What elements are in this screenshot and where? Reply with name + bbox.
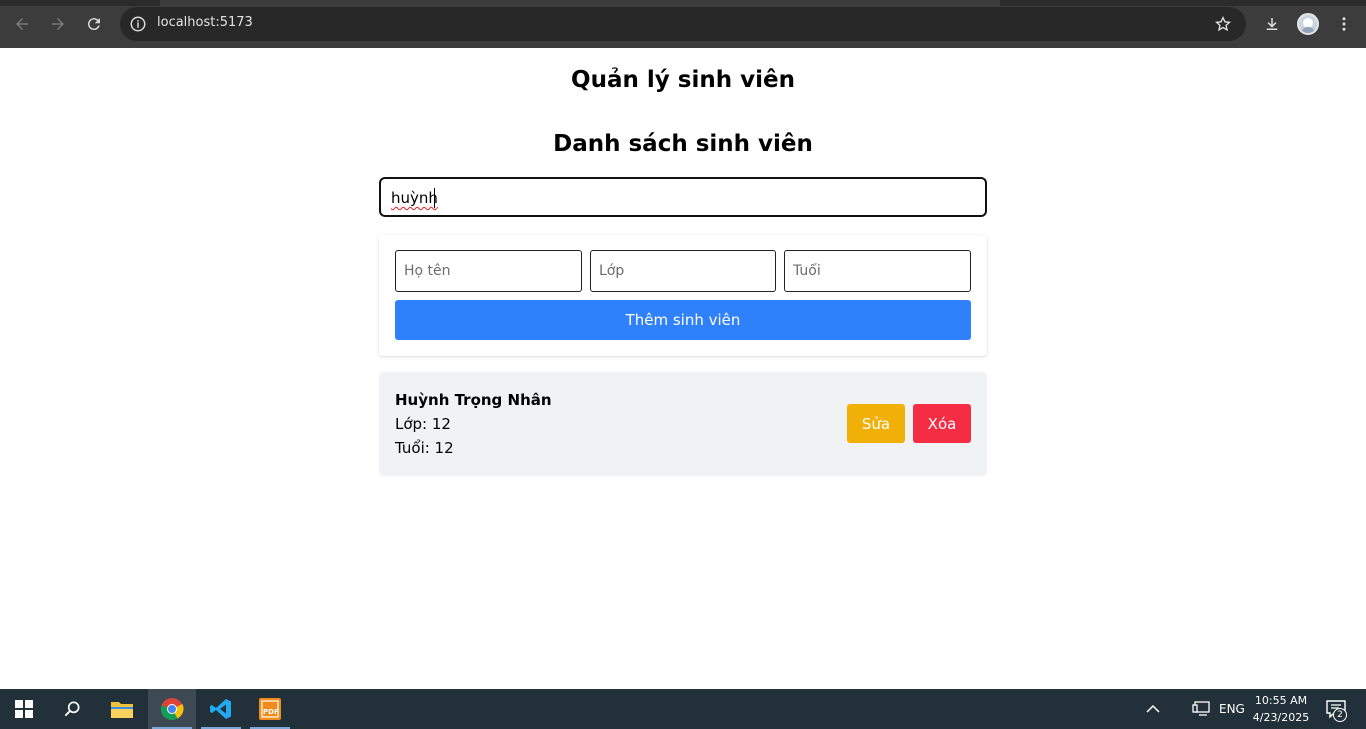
- name-field[interactable]: [395, 250, 582, 292]
- avatar-body: [1300, 27, 1316, 33]
- app-title: Quản lý sinh viên: [571, 67, 795, 93]
- tab-strip: [0, 0, 1366, 6]
- page-content: Quản lý sinh viên Danh sách sinh viên hu…: [0, 48, 1366, 689]
- list-title: Danh sách sinh viên: [553, 131, 813, 157]
- reload-button[interactable]: [82, 12, 106, 36]
- chrome-icon: [160, 698, 184, 721]
- download-icon: [1266, 18, 1278, 30]
- student-age: Tuổi: 12: [395, 439, 454, 457]
- file-explorer-button[interactable]: [98, 689, 146, 729]
- more-vertical-icon: [1342, 17, 1346, 31]
- text-caret: [434, 188, 435, 208]
- forward-button[interactable]: [46, 12, 70, 36]
- student-name: Huỳnh Trọng Nhân: [395, 391, 552, 409]
- vscode-taskbar-button[interactable]: [197, 689, 245, 729]
- language-indicator[interactable]: ENG: [1219, 702, 1245, 716]
- browser-toolbar: localhost:5173: [0, 0, 1366, 48]
- arrow-right-icon: [52, 18, 64, 30]
- student-form: Thêm sinh viên: [379, 235, 987, 356]
- network-button[interactable]: [1177, 689, 1225, 729]
- downloads-button[interactable]: [1260, 12, 1284, 36]
- start-button[interactable]: [0, 689, 48, 729]
- show-hidden-icons-button[interactable]: [1129, 689, 1177, 729]
- search-input-value: huỳnh: [391, 189, 438, 207]
- search-taskbar-button[interactable]: [48, 689, 96, 729]
- search-icon: [64, 701, 80, 717]
- edit-button[interactable]: Sửa: [847, 404, 905, 443]
- clock-date: 4/23/2025: [1252, 711, 1310, 724]
- address-bar[interactable]: localhost:5173: [120, 7, 1246, 41]
- active-tab[interactable]: [160, 0, 1000, 6]
- bookmark-star-icon[interactable]: [1214, 15, 1232, 33]
- clock-time: 10:55 AM: [1254, 694, 1308, 707]
- pdf-reader-taskbar-button[interactable]: PDF: [246, 689, 294, 729]
- folder-icon: [111, 702, 133, 718]
- student-class: Lớp: 12: [395, 415, 451, 433]
- taskbar: PDF ENG 10:55 AM 4/23/2025: [0, 689, 1366, 729]
- profile-avatar[interactable]: [1297, 13, 1319, 35]
- delete-button[interactable]: Xóa: [913, 404, 971, 443]
- chevron-up-icon: [1146, 704, 1160, 713]
- vscode-icon: [210, 699, 231, 719]
- url-text[interactable]: localhost:5173: [157, 15, 253, 30]
- clock[interactable]: 10:55 AM 4/23/2025: [1252, 692, 1310, 726]
- notification-count-badge: 2: [1333, 708, 1347, 722]
- windows-logo-icon: [15, 700, 33, 718]
- back-button[interactable]: [10, 12, 34, 36]
- reload-icon: [87, 18, 100, 31]
- add-student-button[interactable]: Thêm sinh viên: [395, 300, 971, 340]
- class-field[interactable]: [590, 250, 776, 292]
- arrow-left-icon: [16, 18, 28, 30]
- chrome-taskbar-button[interactable]: [148, 689, 196, 729]
- list-item: Huỳnh Trọng Nhân Lớp: 12 Tuổi: 12 Sửa Xó…: [379, 372, 987, 476]
- site-info-icon[interactable]: [129, 15, 147, 33]
- network-icon: [1192, 701, 1210, 716]
- pdf-icon: PDF: [259, 698, 281, 720]
- search-input[interactable]: huỳnh: [379, 177, 987, 217]
- menu-button[interactable]: [1332, 12, 1356, 36]
- svg-text:PDF: PDF: [263, 708, 279, 716]
- age-field[interactable]: [784, 250, 971, 292]
